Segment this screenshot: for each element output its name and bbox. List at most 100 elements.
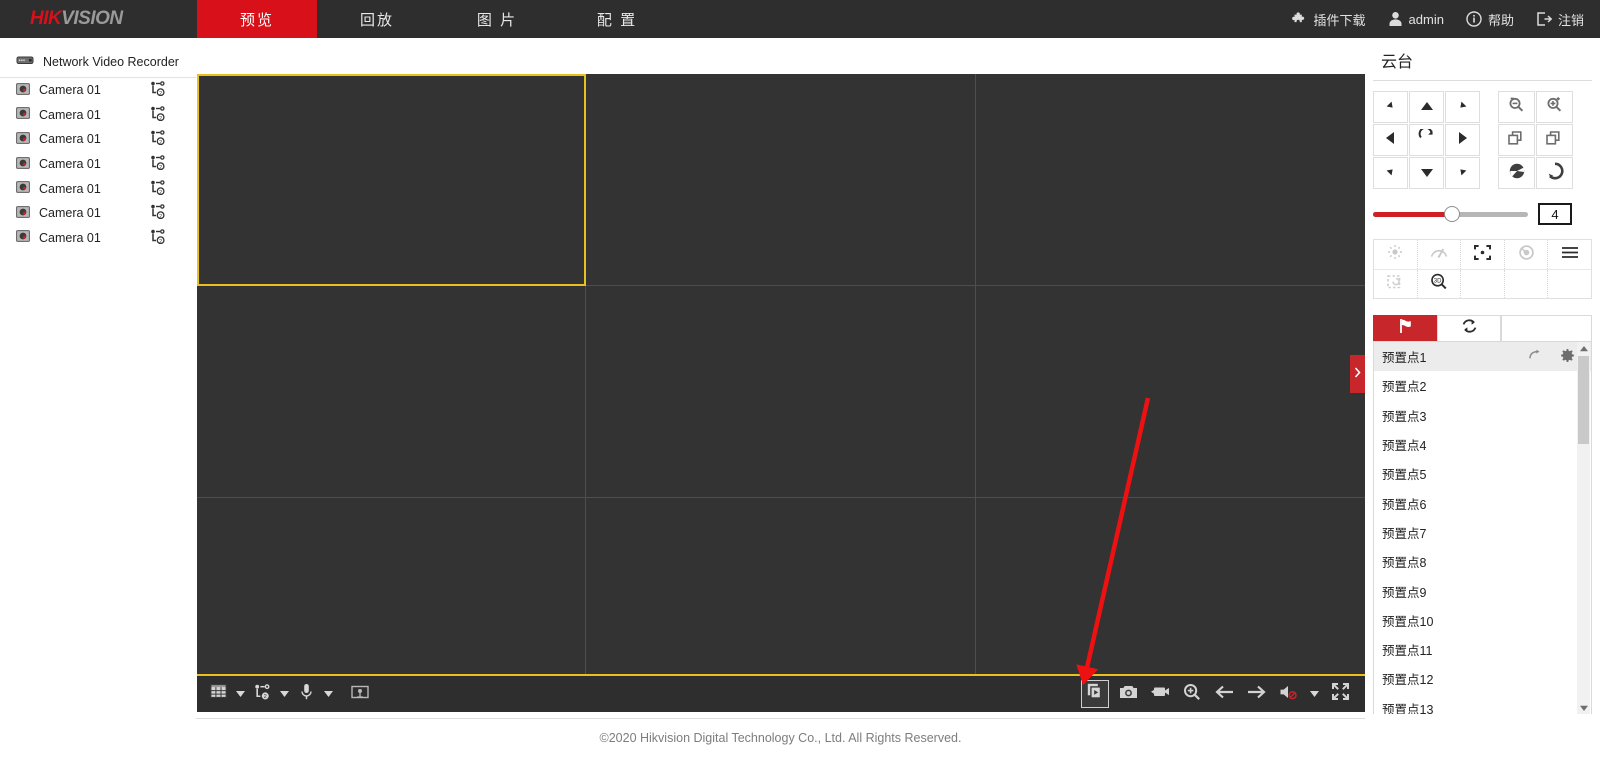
preset-item-12[interactable]: 预置点12 xyxy=(1374,664,1591,693)
preset-item-10[interactable]: 预置点10 xyxy=(1374,606,1591,635)
video-cell-4[interactable] xyxy=(197,286,587,498)
camera-list-item-4[interactable]: Camera 01 2 xyxy=(0,152,196,177)
magnifier-plus-icon xyxy=(1183,683,1201,706)
capture-button[interactable] xyxy=(1115,681,1141,707)
logout-button[interactable]: 注销 xyxy=(1536,10,1584,29)
set-preset-gear-icon[interactable] xyxy=(1560,348,1575,366)
preset-item-9[interactable]: 预置点9 xyxy=(1374,576,1591,605)
fullscreen-button[interactable] xyxy=(1327,681,1353,707)
volume-button[interactable] xyxy=(1275,681,1301,707)
camera-list-item-3[interactable]: Camera 01 2 xyxy=(0,127,196,152)
pan-right-button[interactable] xyxy=(1445,124,1480,156)
record-button[interactable] xyxy=(1147,681,1173,707)
preset-item-5[interactable]: 预置点5 xyxy=(1374,459,1591,488)
stream-switch-icon[interactable]: 2 xyxy=(150,81,166,99)
pan-down-right-button[interactable] xyxy=(1445,157,1480,189)
preset-item-7[interactable]: 预置点7 xyxy=(1374,518,1591,547)
call-preset-icon[interactable] xyxy=(1529,349,1544,364)
user-account-button[interactable]: admin xyxy=(1388,11,1444,27)
help-button[interactable]: 帮助 xyxy=(1466,10,1514,29)
pan-up-right-button[interactable] xyxy=(1445,91,1480,123)
scroll-up-arrow-icon[interactable] xyxy=(1577,342,1590,355)
preset-item-4[interactable]: 预置点4 xyxy=(1374,430,1591,459)
device-node[interactable]: Network Video Recorder xyxy=(0,46,196,78)
camera-list-item-6[interactable]: Camera 01 2 xyxy=(0,201,196,226)
pan-up-left-button[interactable] xyxy=(1373,91,1408,123)
iris-open-button[interactable] xyxy=(1536,157,1573,189)
scroll-down-arrow-icon[interactable] xyxy=(1577,701,1590,714)
stream-switch-icon[interactable]: 2 xyxy=(150,130,166,148)
tab-picture[interactable]: 图 片 xyxy=(437,0,557,38)
iris-close-button[interactable] xyxy=(1498,157,1535,189)
zoom-in-button[interactable] xyxy=(1536,91,1573,123)
stream-switch-icon[interactable]: 2 xyxy=(150,155,166,173)
auto-scan-button[interactable] xyxy=(1409,124,1444,156)
stream-switch-icon[interactable]: 2 xyxy=(150,106,166,124)
digital-zoom-button[interactable] xyxy=(1179,681,1205,707)
app-header: HIK VISION 预览 回放 图 片 配 置 插件下载 admin 帮助 注… xyxy=(0,0,1600,38)
previous-page-button[interactable] xyxy=(1211,681,1237,707)
layout-button[interactable] xyxy=(205,681,231,707)
tab-playback[interactable]: 回放 xyxy=(317,0,437,38)
logout-label: 注销 xyxy=(1557,12,1584,28)
pan-up-button[interactable] xyxy=(1409,91,1444,123)
pan-down-left-button[interactable] xyxy=(1373,157,1408,189)
focus-near-button[interactable] xyxy=(1498,124,1535,156)
video-cell-3[interactable] xyxy=(975,74,1365,286)
slider-knob[interactable] xyxy=(1444,206,1460,222)
preset-item-3[interactable]: 预置点3 xyxy=(1374,401,1591,430)
ptz-preset-list[interactable]: 预置点1 预置点2 预置点3 预置点4 预置点5 预置点6 预置点7 预置点8 … xyxy=(1373,342,1592,714)
tab-configuration[interactable]: 配 置 xyxy=(557,0,677,38)
preset-item-6[interactable]: 预置点6 xyxy=(1374,488,1591,517)
stream-type-button[interactable]: 2 xyxy=(249,681,275,707)
light-button[interactable] xyxy=(1374,240,1417,269)
panel-collapse-toggle[interactable] xyxy=(1350,355,1365,393)
video-cell-5[interactable] xyxy=(586,286,976,498)
tab-live-view[interactable]: 预览 xyxy=(197,0,317,38)
start-all-live-view-button[interactable] xyxy=(1081,680,1109,708)
plugin-download-button[interactable]: 插件下载 xyxy=(1291,10,1366,29)
manual-tracking-button[interactable] xyxy=(1547,240,1591,269)
camera-list-item-5[interactable]: Camera 01 2 xyxy=(0,176,196,201)
preset-item-8[interactable]: 预置点8 xyxy=(1374,547,1591,576)
preset-list-scrollbar[interactable] xyxy=(1577,342,1590,714)
ptz-panel-button[interactable] xyxy=(347,681,373,707)
camera-label: Camera 01 xyxy=(39,230,101,245)
pan-down-button[interactable] xyxy=(1409,157,1444,189)
preset-item-11[interactable]: 预置点11 xyxy=(1374,635,1591,664)
lens-initialization-button[interactable] xyxy=(1503,240,1548,269)
volume-dropdown-caret[interactable] xyxy=(1307,683,1321,705)
user-icon xyxy=(1388,11,1403,27)
speaker-mute-icon xyxy=(1279,684,1298,705)
three-d-positioning-button[interactable]: 3D xyxy=(1416,270,1461,298)
stream-switch-icon[interactable]: 2 xyxy=(150,229,166,247)
ptz-speed-slider[interactable] xyxy=(1373,206,1528,222)
tab-preset[interactable] xyxy=(1373,315,1437,341)
camera-list-item-1[interactable]: Camera 01 2 xyxy=(0,78,196,103)
one-touch-patrol-button[interactable] xyxy=(1374,270,1417,298)
scrollbar-thumb[interactable] xyxy=(1578,356,1589,444)
tab-patrol[interactable] xyxy=(1437,315,1501,341)
stream-type-dropdown-caret[interactable] xyxy=(277,683,291,705)
camera-list-item-2[interactable]: Camera 01 2 xyxy=(0,103,196,128)
ptz-speed-value[interactable]: 4 xyxy=(1538,203,1572,225)
video-cell-2[interactable] xyxy=(586,74,976,286)
preset-item-13[interactable]: 预置点13 xyxy=(1374,694,1591,714)
two-way-audio-button[interactable] xyxy=(293,681,319,707)
preset-item-1[interactable]: 预置点1 xyxy=(1374,342,1591,372)
focus-far-button[interactable] xyxy=(1536,124,1573,156)
preset-item-2[interactable]: 预置点2 xyxy=(1374,371,1591,400)
layout-dropdown-caret[interactable] xyxy=(233,683,247,705)
stream-switch-icon[interactable]: 2 xyxy=(150,179,166,198)
preset-label: 预置点2 xyxy=(1382,380,1427,395)
stream-switch-icon[interactable]: 2 xyxy=(150,204,166,222)
pan-left-button[interactable] xyxy=(1373,124,1408,156)
next-page-button[interactable] xyxy=(1243,681,1269,707)
video-cell-6[interactable] xyxy=(975,286,1365,498)
zoom-out-button[interactable] xyxy=(1498,91,1535,123)
wiper-button[interactable] xyxy=(1416,240,1461,269)
auxiliary-focus-button[interactable] xyxy=(1460,240,1504,269)
camera-list-item-7[interactable]: Camera 01 2 xyxy=(0,226,196,251)
video-cell-1[interactable] xyxy=(197,74,587,286)
two-way-audio-dropdown-caret[interactable] xyxy=(321,683,335,705)
